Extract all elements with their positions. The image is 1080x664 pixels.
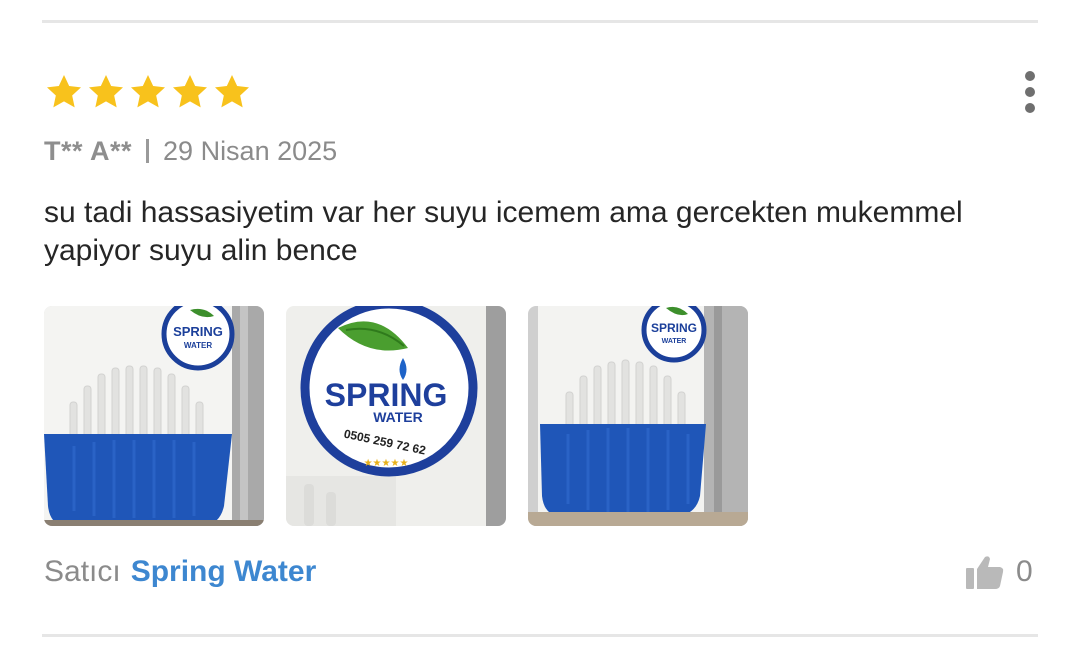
svg-text:WATER: WATER (184, 341, 213, 350)
meta-separator (146, 139, 150, 163)
seller-link[interactable]: Spring Water (131, 555, 317, 589)
svg-text:SPRING: SPRING (651, 321, 697, 335)
more-options-button[interactable] (1010, 64, 1050, 120)
bottom-divider (42, 634, 1038, 637)
star-icon (89, 75, 123, 108)
star-icon (173, 75, 207, 108)
rating-stars (44, 72, 252, 114)
star-icon (215, 75, 249, 108)
svg-text:SPRING: SPRING (325, 377, 448, 413)
review-meta: T** A** 29 Nisan 2025 (44, 134, 337, 168)
star-icon (131, 75, 165, 108)
review-text: su tadi hassasiyetim var her suyu icemem… (44, 196, 963, 267)
review-photo[interactable]: SPRING WATER 0505 259 72 62 ★★★★★ (286, 306, 506, 526)
star-icon (47, 75, 81, 108)
top-divider (42, 20, 1038, 23)
thumbs-up-icon (966, 556, 1004, 589)
like-count: 0 (1016, 555, 1033, 588)
svg-text:WATER: WATER (373, 409, 423, 425)
like-button[interactable]: 0 (966, 552, 1033, 592)
reviewer-name: T** A** (44, 135, 133, 166)
more-vertical-icon (1025, 71, 1035, 81)
more-vertical-icon-dot (1025, 103, 1035, 113)
seller-info: Satıcı Spring Water (44, 552, 316, 592)
review-photo[interactable]: SPRING WATER (44, 306, 264, 526)
svg-text:SPRING: SPRING (173, 324, 223, 339)
review-photo[interactable]: SPRING WATER (528, 306, 748, 526)
more-vertical-icon-dot (1025, 87, 1035, 97)
review-photos: SPRING WATER SPRING WATER 0505 259 72 62… (44, 306, 748, 526)
svg-text:WATER: WATER (662, 338, 687, 345)
svg-text:★★★★★: ★★★★★ (364, 458, 409, 469)
review-date: 29 Nisan 2025 (163, 135, 338, 166)
seller-label: Satıcı (44, 555, 121, 588)
